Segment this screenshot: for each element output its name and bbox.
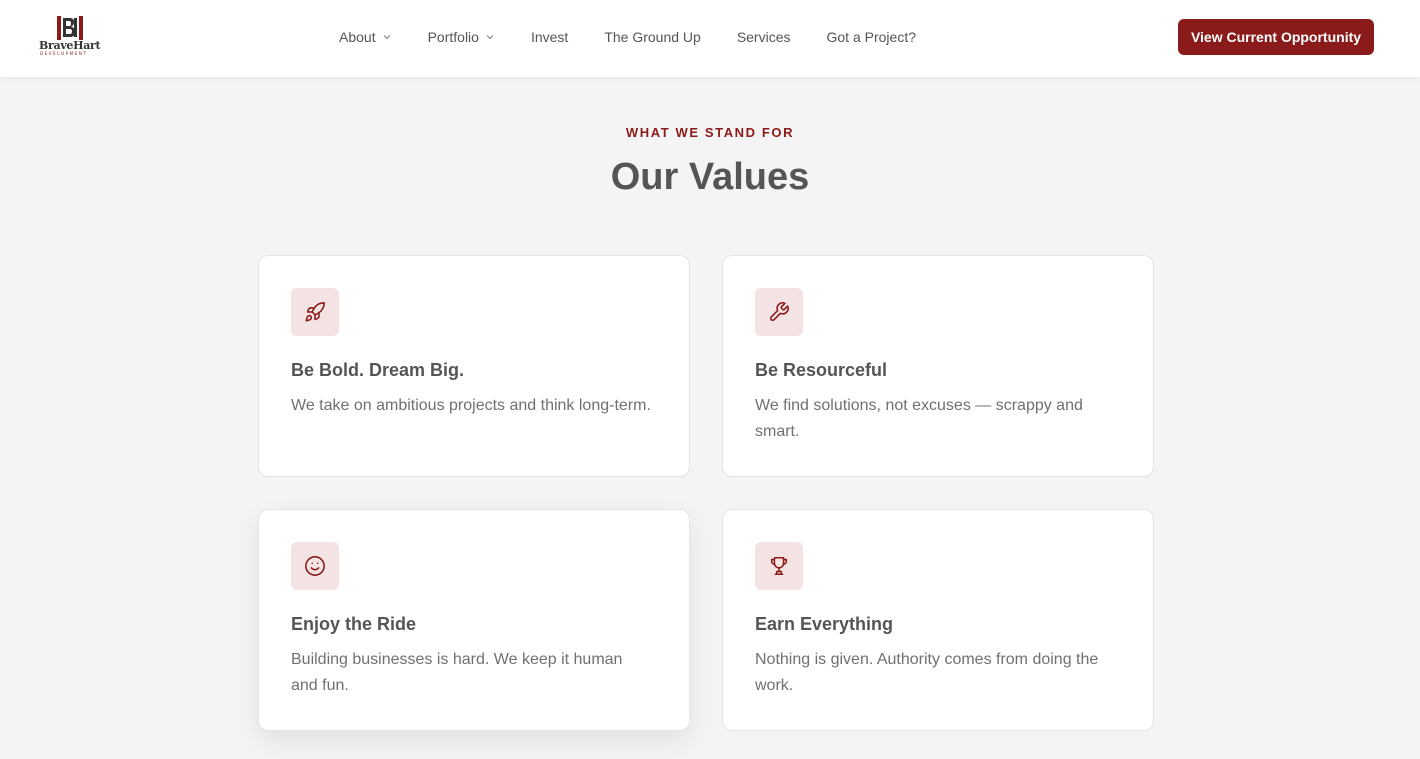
nav-item-label: Services [736,29,791,45]
section-eyebrow: WHAT WE STAND FOR [625,125,795,140]
nav-item-label: Got a Project? [826,29,917,45]
bh-monogram-icon [57,16,83,40]
nav-item-portfolio[interactable]: Portfolio [428,29,495,45]
site-header: BraveHart DEVELOPMENT About Portfolio In… [0,0,1420,77]
view-current-opportunity-button[interactable]: View Current Opportunity [1178,19,1374,55]
trophy-icon [755,542,803,590]
wrench-icon [755,288,803,336]
value-card-title: Be Resourceful [755,360,888,380]
value-card-title: Earn Everything [755,614,894,634]
value-card-enjoy: Enjoy the Ride Building businesses is ha… [258,509,690,731]
chevron-down-icon [486,35,494,40]
value-card-text: We take on ambitious projects and think … [291,397,651,414]
rocket-icon [291,288,339,336]
value-card-resourceful: Be Resourceful We find solutions, not ex… [722,255,1154,477]
main-nav: About Portfolio Invest The Ground Up Ser… [339,26,952,48]
nav-item-label: About [339,29,376,45]
nav-item-label: Invest [530,29,569,45]
chevron-down-icon [383,35,391,40]
bravehart-logo[interactable]: BraveHart DEVELOPMENT [39,16,103,58]
smiley-icon [291,542,339,590]
nav-item-label: The Ground Up [604,29,701,45]
value-card-title: Enjoy the Ride [291,614,417,634]
nav-item-label: Portfolio [427,29,479,45]
nav-item-got-a-project[interactable]: Got a Project? [827,29,917,45]
nav-item-about[interactable]: About [339,29,392,45]
nav-item-the-ground-up[interactable]: The Ground Up [604,29,701,45]
value-card-earn: Earn Everything Nothing is given. Author… [722,509,1154,731]
section-title: Our Values [610,156,810,198]
value-card-text: Nothing is given. Authority comes from d… [755,651,1099,694]
value-card-bold: Be Bold. Dream Big. We take on ambitious… [258,255,690,477]
nav-item-services[interactable]: Services [737,29,791,45]
value-card-title: Be Bold. Dream Big. [291,360,465,380]
value-card-text: Building businesses is hard. We keep it … [291,651,623,694]
logo-tagline: DEVELOPMENT [40,51,88,56]
value-card-text: We find solutions, not excuses — scrappy… [755,397,1083,440]
nav-item-invest[interactable]: Invest [531,29,568,45]
